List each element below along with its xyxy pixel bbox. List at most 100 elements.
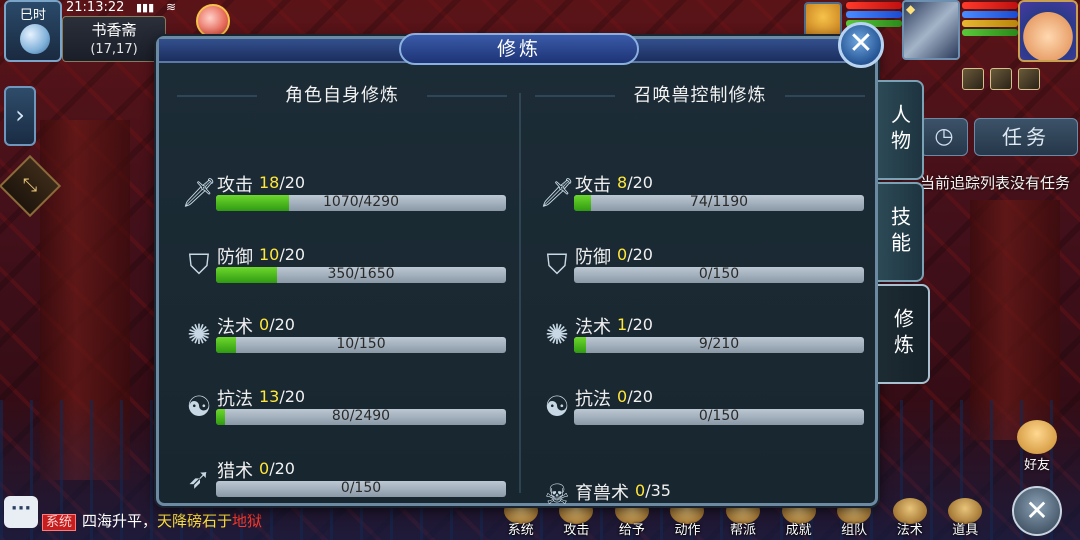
skill-name: 法术 — [217, 317, 253, 338]
time-period-label: 巳时 — [19, 8, 46, 23]
level-current: 1 — [617, 315, 628, 334]
progress-text: 74/1190 — [689, 195, 749, 210]
skill-name: 防御 — [575, 247, 611, 268]
skill-name: 法术 — [575, 317, 611, 338]
cultivation-row[interactable]: ✺ 法术 0/20 10/150 — [167, 309, 517, 369]
time-of-day-badge[interactable]: 巳时 — [4, 0, 62, 62]
chat-bubble-icon: ··· — [10, 498, 32, 519]
expand-left-panel-button[interactable]: › — [4, 86, 36, 146]
expand-arrows-icon: ⤡ — [22, 175, 38, 196]
cultivation-row[interactable]: 🗡 攻击 18/20 1070/4290 — [167, 167, 517, 227]
skill-level: 0/20 — [617, 387, 653, 406]
cultivation-row[interactable]: ➶ 猎术 0/20 0/150 — [167, 453, 517, 513]
close-dialog-button[interactable]: ✕ — [838, 22, 884, 68]
cultivation-row[interactable]: ⛉ 防御 10/20 350/1650 — [167, 239, 517, 299]
menu-label: 组队 — [841, 523, 868, 538]
player-hp-bar — [962, 2, 1018, 9]
close-menu-button[interactable]: ✕ — [1012, 486, 1062, 536]
wifi-icon: ≋ — [166, 0, 177, 14]
skill-name: 育兽术 — [575, 483, 629, 504]
skill-name: 抗法 — [217, 389, 253, 410]
progress-text: 80/2490 — [331, 409, 391, 424]
level-max: /20 — [279, 387, 306, 406]
progress-bar: 74/1190 — [574, 195, 864, 211]
cultivation-row[interactable]: ✺ 法术 1/20 9/210 — [525, 309, 875, 369]
level-max: /20 — [269, 459, 295, 478]
system-clock: 21:13:22 — [66, 0, 125, 15]
target-avatar[interactable]: ◆ — [902, 0, 960, 60]
skill-name: 抗法 — [575, 389, 611, 410]
buff-icon[interactable] — [990, 68, 1012, 90]
menu-label: 攻击 — [563, 523, 590, 538]
skill-name: 攻击 — [575, 175, 611, 196]
chat-button[interactable]: ··· — [4, 496, 38, 528]
tab-character[interactable]: 人物 — [878, 80, 924, 180]
peach-icon[interactable] — [196, 4, 230, 38]
menu-spell-button[interactable]: 法术 — [883, 498, 937, 540]
location-panel[interactable]: 书香斋 (17,17) — [62, 16, 166, 62]
level-max: /20 — [627, 173, 653, 192]
cultivation-row[interactable]: ☯ 抗法 13/20 80/2490 — [167, 381, 517, 441]
close-icon: ✕ — [1025, 494, 1049, 527]
skill-name: 攻击 — [217, 175, 253, 196]
task-empty-message: 当前追踪列表没有任务 — [920, 174, 1071, 192]
chat-message[interactable]: 系统 四海升平，天降磅石于地狱 — [42, 510, 262, 531]
progress-text: 1070/4290 — [323, 195, 399, 210]
player-status-bars — [962, 2, 1018, 38]
tab-cultivation[interactable]: 修炼 — [878, 284, 930, 384]
friend-button[interactable]: 好友 — [1012, 420, 1062, 473]
cultivation-dialog: 修炼 角色自身修炼 🗡 攻击 18/20 1070/4290 ⛉ 防御 10/20 350/1… — [156, 33, 878, 511]
cultivation-row[interactable]: ☠ 育兽术 0/35 — [525, 453, 875, 513]
handshake-icon — [1017, 420, 1057, 454]
player-mp-bar — [962, 11, 1018, 18]
timer-button[interactable]: ◷ — [920, 118, 968, 156]
menu-label: 给予 — [618, 523, 645, 538]
magic-staff-icon: ✺ — [545, 318, 569, 351]
level-current: 0 — [617, 387, 628, 406]
player-avatar[interactable] — [1018, 0, 1078, 62]
column-title: 召唤兽控制修炼 — [525, 81, 875, 106]
level-current: 0 — [259, 459, 270, 478]
treasure-chest-icon[interactable] — [1018, 68, 1040, 90]
column-divider — [519, 93, 521, 493]
level-max: /20 — [279, 245, 306, 264]
progress-text: 350/1650 — [327, 267, 395, 282]
yin-yang-icon: ☯ — [186, 390, 212, 423]
skill-level: 0/20 — [259, 315, 295, 334]
close-icon: ✕ — [848, 26, 874, 61]
skill-level: 0/20 — [617, 245, 653, 264]
progress-bar: 10/150 — [216, 337, 506, 353]
buff-icon[interactable] — [962, 68, 984, 90]
tab-skills[interactable]: 技能 — [878, 182, 924, 282]
menu-label: 成就 — [785, 523, 812, 538]
clock-icon: ◷ — [934, 124, 954, 149]
level-max: /20 — [627, 315, 653, 334]
progress-text: 0/150 — [698, 409, 740, 424]
progress-bar: 9/210 — [574, 337, 864, 353]
skill-level: 18/20 — [259, 173, 305, 192]
level-current: 10 — [259, 245, 280, 264]
cultivation-row[interactable]: ⛉ 防御 0/20 0/150 — [525, 239, 875, 299]
yin-yang-icon: ☯ — [544, 390, 570, 423]
level-current: 18 — [259, 173, 280, 192]
cultivation-row[interactable]: 🗡 攻击 8/20 74/1190 — [525, 167, 875, 227]
player-exp-bar — [962, 29, 1018, 36]
task-button[interactable]: 任务 — [974, 118, 1078, 156]
level-max: /20 — [627, 245, 653, 264]
level-max: /20 — [279, 173, 306, 192]
menu-label: 系统 — [507, 523, 534, 538]
self-cultivation-column: 角色自身修炼 🗡 攻击 18/20 1070/4290 ⛉ 防御 10/20 350/1650… — [167, 71, 517, 497]
skill-level: 8/20 — [617, 173, 653, 192]
skill-name: 防御 — [217, 247, 253, 268]
menu-label: 帮派 — [730, 523, 757, 538]
dialog-title: 修炼 — [399, 33, 639, 65]
menu-items-button[interactable]: 道具 — [939, 498, 993, 540]
progress-text: 0/150 — [698, 267, 740, 282]
cultivation-row[interactable]: ☯ 抗法 0/20 0/150 — [525, 381, 875, 441]
level-current: 0 — [617, 245, 628, 264]
pet-avatar[interactable] — [804, 2, 842, 38]
progress-bar: 1070/4290 — [216, 195, 506, 211]
menu-label: 动作 — [674, 523, 701, 538]
skill-level: 1/20 — [617, 315, 653, 334]
progress-bar: 0/150 — [216, 481, 506, 497]
